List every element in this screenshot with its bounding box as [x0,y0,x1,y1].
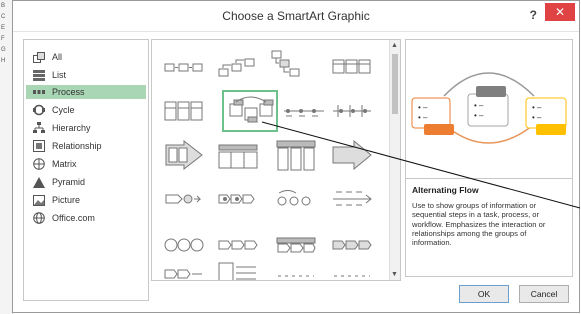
layout-thumbnail[interactable] [218,262,258,280]
layout-thumbnail[interactable] [332,98,372,124]
layout-thumbnail[interactable] [218,54,258,80]
close-button[interactable]: ✕ [545,3,575,21]
category-label: Cycle [52,105,75,115]
column-letter: C [1,14,6,20]
scroll-down-icon[interactable]: ▼ [391,271,398,278]
layout-thumbnail[interactable] [332,139,372,171]
ok-button[interactable]: OK [459,285,509,303]
svg-text:• –: • – [474,111,484,120]
layout-thumbnail[interactable] [276,140,316,172]
layout-thumbnail[interactable] [164,98,204,124]
layout-name: Alternating Flow [412,185,479,195]
svg-text:• –: • – [532,103,542,112]
category-label: Picture [52,195,81,205]
column-letter: H [1,58,6,64]
cycle-icon [32,104,46,116]
layout-description: Use to show groups of information or seq… [412,201,546,248]
category-label: Matrix [52,159,77,169]
smartart-dialog: Choose a SmartArt Graphic ? ✕ All List P… [12,0,580,313]
picture-icon [32,194,46,206]
category-item-picture[interactable]: Picture [26,193,146,207]
layout-thumbnail[interactable] [332,270,372,280]
category-item-process[interactable]: Process [26,85,146,99]
category-item-list[interactable]: List [26,68,146,82]
layout-thumbnail[interactable] [218,144,258,170]
layout-thumbnail[interactable] [218,232,258,258]
svg-text:• –: • – [532,113,542,122]
layout-preview: • – • – • – • – • – • – [405,39,573,179]
category-item-office-com[interactable]: Office.com [26,211,146,225]
layout-thumbnail[interactable] [164,266,204,280]
help-button[interactable]: ? [530,8,537,22]
svg-text:• –: • – [418,103,428,112]
category-label: List [52,70,67,80]
alternating-flow-preview-graphic: • – • – • – • – • – • – [411,72,567,144]
process-icon [32,86,46,98]
scroll-up-icon[interactable]: ▲ [391,42,398,49]
layout-description-panel: Alternating Flow Use to show groups of i… [405,179,573,277]
column-letter: E [1,25,6,31]
layout-thumbnail[interactable] [276,270,316,280]
scrollbar-thumb[interactable] [392,54,398,114]
layout-thumbnail[interactable] [164,54,204,80]
svg-text:• –: • – [474,101,484,110]
dialog-title: Choose a SmartArt Graphic [222,9,370,23]
category-label: Office.com [52,213,95,223]
hierarchy-icon [32,122,46,134]
layout-thumbnail[interactable] [164,139,204,171]
column-letter: F [1,36,5,42]
gallery-scrollbar[interactable]: ▲ ▼ [389,40,400,280]
category-label: Hierarchy [52,123,91,133]
category-label: All [52,52,63,62]
all-icon [32,51,46,63]
category-item-cycle[interactable]: Cycle [26,103,146,117]
layout-thumbnail[interactable] [164,232,204,258]
category-item-hierarchy[interactable]: Hierarchy [26,121,146,135]
matrix-icon [32,158,46,170]
category-item-all[interactable]: All [26,50,146,64]
relationship-icon [32,140,46,152]
layout-thumbnail-alternating-flow[interactable] [222,90,278,132]
cancel-button[interactable]: Cancel [519,285,569,303]
globe-icon [32,212,46,224]
category-item-matrix[interactable]: Matrix [26,157,146,171]
layout-thumbnail[interactable] [284,98,324,124]
layout-gallery: ▲ ▼ [151,39,401,281]
pyramid-icon [32,176,46,188]
layout-thumbnail[interactable] [270,50,310,77]
category-item-relationship[interactable]: Relationship [26,139,146,153]
category-label: Process [52,87,85,97]
layout-thumbnail[interactable] [332,54,372,80]
category-list: All List Process Cycle Hierarchy Relatio… [23,39,149,301]
layout-thumbnail[interactable] [276,232,316,258]
layout-thumbnail[interactable] [164,186,204,212]
column-letter: B [1,3,6,9]
title-bar: Choose a SmartArt Graphic ? ✕ [13,1,579,32]
layout-thumbnail[interactable] [332,232,372,258]
layout-thumbnail[interactable] [332,186,372,212]
svg-text:• –: • – [418,113,428,122]
category-label: Relationship [52,141,102,151]
layout-thumbnail[interactable] [218,186,258,212]
layout-thumbnail[interactable] [276,186,316,212]
category-item-pyramid[interactable]: Pyramid [26,175,146,189]
category-label: Pyramid [52,177,86,187]
column-letter: G [1,47,6,53]
list-icon [32,69,46,81]
